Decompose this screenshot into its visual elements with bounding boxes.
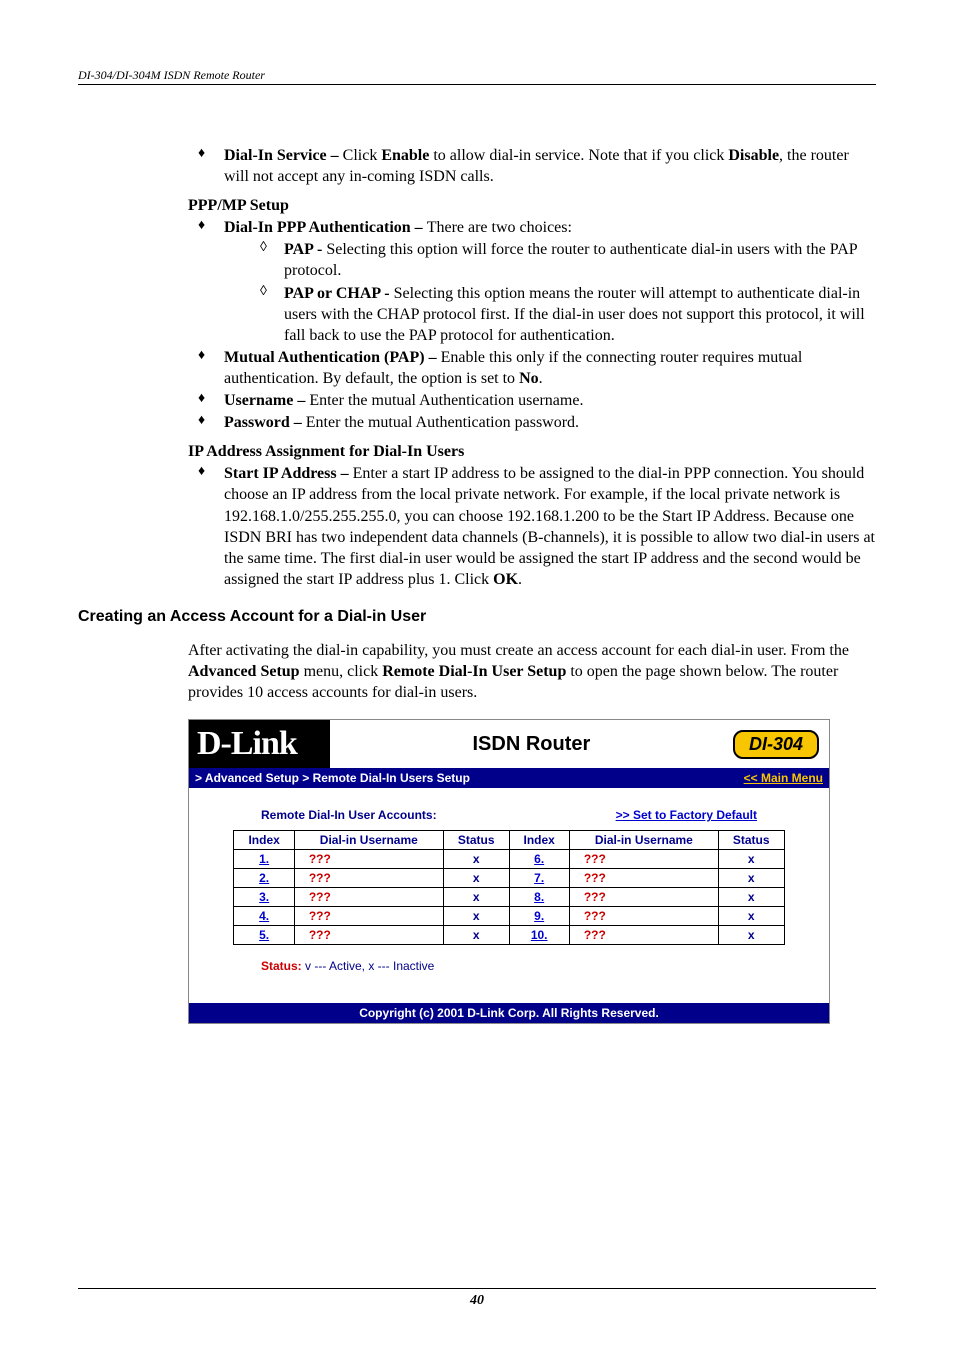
lbl: PAP - (284, 241, 326, 258)
th-username: Dial-in Username (294, 831, 443, 850)
status-cell: x (718, 926, 784, 945)
logo-text: D-Link (197, 725, 297, 763)
index-link[interactable]: 1. (259, 852, 269, 866)
status-cell: x (443, 869, 509, 888)
label: Dial-In PPP Authentication – (224, 219, 427, 236)
page-number: 40 (78, 1288, 876, 1309)
t1: After activating the dial-in capability,… (188, 642, 849, 659)
content: Dial-In Service – Click Enable to allow … (188, 145, 876, 590)
username-cell: ??? (294, 888, 443, 907)
dlink-logo: D-Link (189, 725, 330, 763)
table-row: 2.???x7.???x (234, 869, 784, 888)
legend-rest: v --- Active, x --- Inactive (302, 959, 435, 973)
index-link[interactable]: 5. (259, 928, 269, 942)
index-link[interactable]: 6. (534, 852, 544, 866)
username-cell: ??? (569, 926, 718, 945)
th-username2: Dial-in Username (569, 831, 718, 850)
factory-default-link[interactable]: >> Set to Factory Default (616, 808, 757, 822)
model-badge: DI-304 (733, 730, 819, 759)
username-cell: ??? (569, 869, 718, 888)
breadcrumb-bar: > Advanced Setup > Remote Dial-In Users … (189, 768, 829, 788)
lbl: Username – (224, 392, 309, 409)
status-cell: x (718, 907, 784, 926)
label: Dial-In Service – (224, 147, 343, 164)
sub-pap: PAP - Selecting this option will force t… (224, 239, 876, 281)
lbl: Password – (224, 414, 306, 431)
item-mutual: Mutual Authentication (PAP) – Enable thi… (188, 347, 876, 389)
breadcrumb: > Advanced Setup > Remote Dial-In Users … (195, 771, 470, 785)
index-link[interactable]: 9. (534, 909, 544, 923)
lbl: Start IP Address – (224, 465, 353, 482)
table-row: 1.???x6.???x (234, 850, 784, 869)
table-row: 5.???x10.???x (234, 926, 784, 945)
username-cell: ??? (569, 888, 718, 907)
username-cell: ??? (569, 850, 718, 869)
item-ppp-auth: Dial-In PPP Authentication – There are t… (188, 217, 876, 346)
t: Click (343, 147, 382, 164)
index-link[interactable]: 7. (534, 871, 544, 885)
index-link[interactable]: 10. (531, 928, 548, 942)
index-link[interactable]: 3. (259, 890, 269, 904)
username-cell: ??? (569, 907, 718, 926)
enable: Enable (381, 147, 429, 164)
username-cell: ??? (294, 926, 443, 945)
th-status: Status (443, 831, 509, 850)
index-link[interactable]: 8. (534, 890, 544, 904)
legend-label: Status: (261, 959, 302, 973)
p: . (539, 370, 543, 387)
router-header: D-Link ISDN Router DI-304 (189, 720, 829, 768)
th-index2: Index (509, 831, 569, 850)
t2: menu, click (300, 663, 383, 680)
status-cell: x (718, 888, 784, 907)
th-index: Index (234, 831, 294, 850)
status-cell: x (443, 888, 509, 907)
status-cell: x (443, 850, 509, 869)
item-startip: Start IP Address – Enter a start IP addr… (188, 463, 876, 590)
lbl: Mutual Authentication (PAP) – (224, 349, 441, 366)
txt: Enter the mutual Authentication username… (309, 392, 583, 409)
main-menu-link[interactable]: << Main Menu (744, 771, 823, 785)
th-status2: Status (718, 831, 784, 850)
t2: to allow dial-in service. Note that if y… (429, 147, 728, 164)
status-cell: x (443, 907, 509, 926)
item-dialin-service: Dial-In Service – Click Enable to allow … (188, 145, 876, 187)
status-cell: x (718, 850, 784, 869)
adv: Advanced Setup (188, 663, 300, 680)
item-username: Username – Enter the mutual Authenticati… (188, 390, 876, 411)
txt: Enter a start IP address to be assigned … (224, 465, 875, 588)
item-password: Password – Enter the mutual Authenticati… (188, 412, 876, 433)
disable: Disable (728, 147, 779, 164)
status-cell: x (443, 926, 509, 945)
status-cell: x (718, 869, 784, 888)
p: . (518, 571, 522, 588)
heading-ip: IP Address Assignment for Dial-In Users (188, 443, 876, 461)
router-copyright: Copyright (c) 2001 D-Link Corp. All Righ… (189, 1003, 829, 1023)
index-link[interactable]: 2. (259, 871, 269, 885)
accounts-table: Index Dial-in Username Status Index Dial… (233, 830, 784, 945)
accounts-title: Remote Dial-In User Accounts: (261, 808, 437, 822)
status-legend: Status: v --- Active, x --- Inactive (261, 959, 805, 973)
remote: Remote Dial-In User Setup (382, 663, 566, 680)
sub-pap-chap: PAP or CHAP - Selecting this option mean… (224, 283, 876, 346)
ok: OK (493, 571, 518, 588)
page-header: DI-304/DI-304M ISDN Remote Router (78, 68, 876, 85)
table-row: 4.???x9.???x (234, 907, 784, 926)
username-cell: ??? (294, 907, 443, 926)
username-cell: ??? (294, 850, 443, 869)
rest: There are two choices: (427, 219, 572, 236)
lbl: PAP or CHAP - (284, 285, 394, 302)
username-cell: ??? (294, 869, 443, 888)
no: No (519, 370, 539, 387)
heading-creating-account: Creating an Access Account for a Dial-in… (78, 608, 876, 626)
index-link[interactable]: 4. (259, 909, 269, 923)
txt: Selecting this option will force the rou… (284, 241, 857, 279)
router-title: ISDN Router (330, 720, 733, 768)
router-ui: D-Link ISDN Router DI-304 > Advanced Set… (188, 719, 830, 1024)
heading-ppp: PPP/MP Setup (188, 197, 876, 215)
intro-para: After activating the dial-in capability,… (188, 640, 876, 703)
table-row: 3.???x8.???x (234, 888, 784, 907)
txt: Enter the mutual Authentication password… (306, 414, 579, 431)
